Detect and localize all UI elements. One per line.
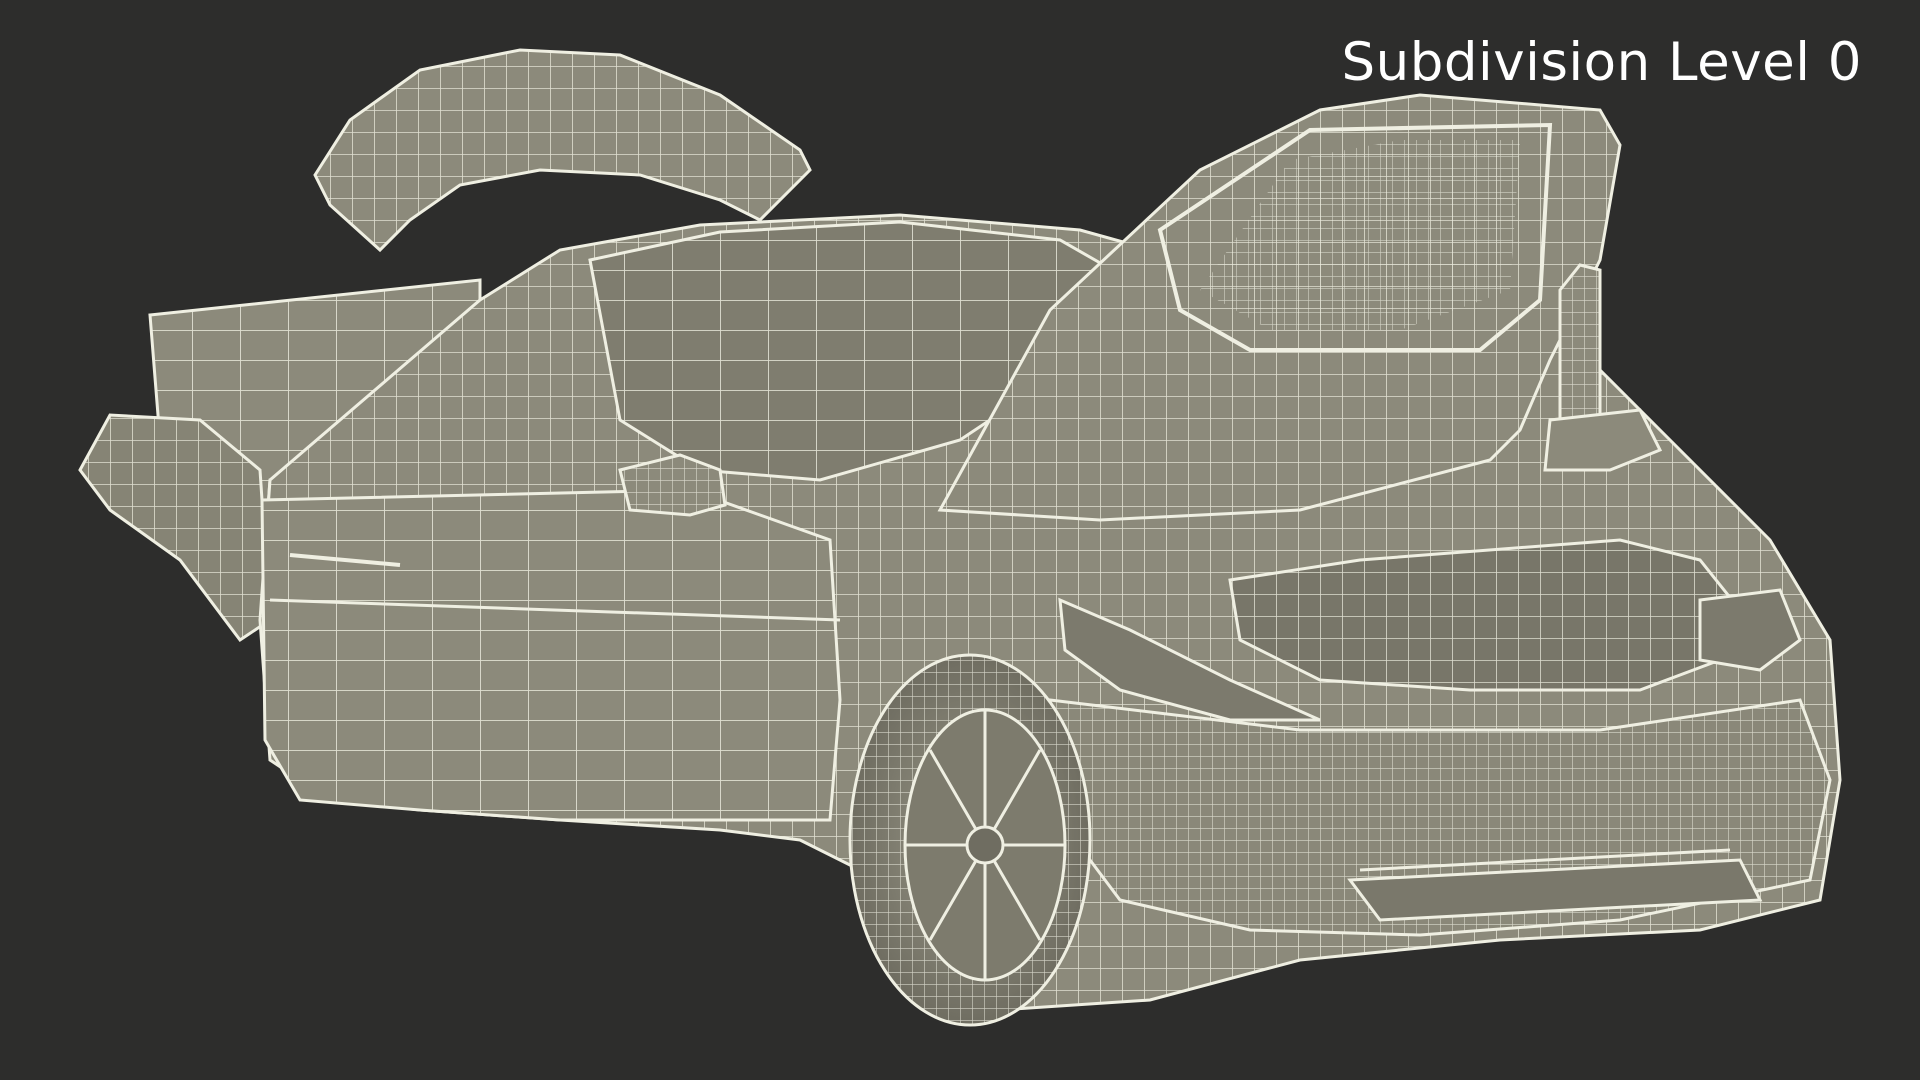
front-left-door bbox=[260, 488, 842, 822]
trunk-lid bbox=[313, 48, 812, 253]
front-bumper bbox=[1048, 698, 1832, 937]
car-wireframe-render bbox=[78, 48, 1842, 1027]
subdivision-level-label: Subdivision Level 0 bbox=[1341, 32, 1862, 93]
front-wheel bbox=[848, 653, 1092, 1027]
render-viewport: Subdivision Level 0 bbox=[0, 0, 1920, 1080]
far-right-door bbox=[1543, 263, 1663, 472]
